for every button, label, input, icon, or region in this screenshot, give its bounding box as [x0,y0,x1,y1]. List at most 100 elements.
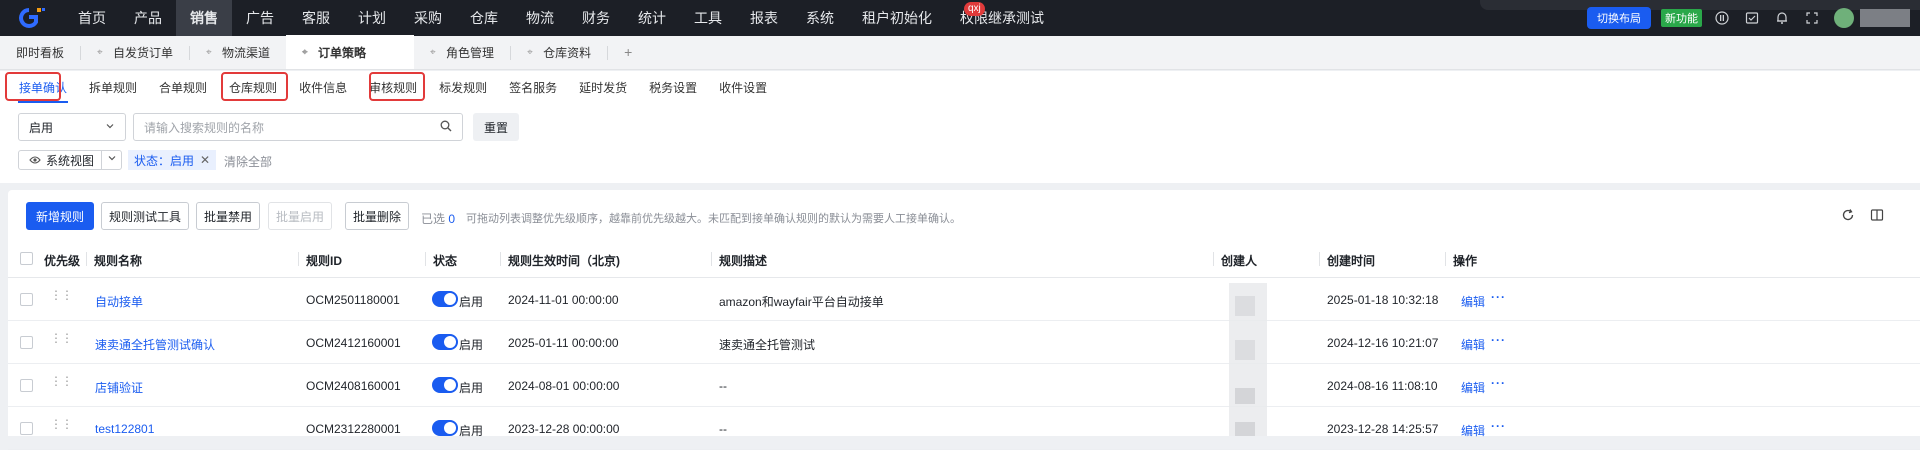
rule-name-link[interactable]: 自动接单 [95,293,143,310]
status-toggle[interactable] [432,420,458,436]
status-toggle[interactable] [432,334,458,350]
nav-item-tools[interactable]: 工具 [680,0,736,36]
subtab-signature-service[interactable]: 签名服务 [498,71,568,103]
clear-all-link[interactable]: 清除全部 [224,153,272,170]
page-tab-logistics-channel[interactable]: ⌖ 物流渠道 [190,35,286,69]
rule-search-input[interactable]: 请输入搜索规则的名称 [133,113,463,141]
nav-item-logistics[interactable]: 物流 [512,0,568,36]
status-select[interactable]: 启用 [18,113,126,141]
add-tab-icon[interactable]: + [608,35,648,69]
batch-enable-button[interactable]: 批量启用 [268,202,332,230]
new-feature-badge[interactable]: 新功能 [1661,9,1702,27]
column-divider [500,252,501,266]
batch-delete-button[interactable]: 批量删除 [345,202,409,230]
subtab-recipient-info[interactable]: 收件信息 [288,71,358,103]
nav-item-ads[interactable]: 广告 [232,0,288,36]
avatar[interactable] [1834,8,1854,28]
table-row: ⋮⋮ 店铺验证 OCM2408160001 启用 2024-08-01 00:0… [8,364,1920,407]
app-logo[interactable] [0,0,64,36]
nav-item-warehouse[interactable]: 仓库 [456,0,512,36]
nav-item-permission-test[interactable]: 权限继承测试 qxj [946,0,1058,36]
rule-name-link[interactable]: test122801 [95,422,154,436]
page-tab-order-strategy[interactable]: ⌖ 订单策略 [286,35,415,69]
rule-id: OCM2501180001 [306,293,400,307]
page-tab-warehouse-info[interactable]: ⌖ 仓库资料 [511,35,607,69]
drag-handle-icon[interactable]: ⋮⋮ [50,332,73,344]
pin-icon[interactable]: ⌖ [302,47,312,58]
nav-item-customer-service[interactable]: 客服 [288,0,344,36]
nav-item-plan[interactable]: 计划 [344,0,400,36]
subtab-warehouse-rules[interactable]: 仓库规则 [218,71,288,103]
edit-link[interactable]: 编辑 [1461,422,1485,439]
subtab-order-confirm[interactable]: 接单确认 [8,71,78,103]
close-icon[interactable]: ✕ [200,153,210,167]
nav-item-products[interactable]: 产品 [120,0,176,36]
view-selector[interactable]: 系统视图 [18,150,122,170]
more-actions-icon[interactable]: ··· [1491,333,1506,347]
nav-item-statistics[interactable]: 统计 [624,0,680,36]
more-actions-icon[interactable]: ··· [1491,376,1506,390]
page-tab-self-ship-orders[interactable]: ⌖ 自发货订单 [81,35,189,69]
new-rule-button[interactable]: 新增规则 [26,202,94,230]
nav-item-sales[interactable]: 销售 [176,0,232,36]
fullscreen-icon[interactable] [1804,10,1820,26]
select-all-checkbox[interactable] [20,252,33,265]
user-name-redacted[interactable] [1860,9,1910,27]
subtab-delayed-shipping[interactable]: 延时发货 [568,71,638,103]
pin-icon[interactable]: ⌖ [430,47,440,58]
subtab-review-rules[interactable]: 审核规则 [358,71,428,103]
status-toggle[interactable] [432,377,458,393]
row-checkbox[interactable] [20,379,33,392]
task-check-icon[interactable] [1744,10,1760,26]
rule-name-link[interactable]: 速卖通全托管测试确认 [95,336,215,353]
switch-layout-button[interactable]: 切换布局 [1587,7,1651,29]
status-label: 启用 [459,338,484,352]
page-tab-dashboard[interactable]: 即时看板 [0,35,80,69]
subtab-merge-rules[interactable]: 合单规则 [148,71,218,103]
more-actions-icon[interactable]: ··· [1491,290,1506,304]
rule-test-tool-button[interactable]: 规则测试工具 [101,202,189,230]
page-tab-label: 仓库资料 [543,45,592,60]
pause-icon[interactable] [1714,10,1730,26]
nav-item-tenant-init[interactable]: 租户初始化 [848,0,946,36]
drag-handle-icon[interactable]: ⋮⋮ [50,375,73,387]
subtab-recipient-settings[interactable]: 收件设置 [708,71,778,103]
reset-button[interactable]: 重置 [473,113,519,141]
drag-handle-icon[interactable]: ⋮⋮ [50,418,73,430]
page-tab-role-management[interactable]: ⌖ 角色管理 [414,35,510,69]
rule-name-link[interactable]: 店铺验证 [95,379,143,396]
edit-link[interactable]: 编辑 [1461,293,1485,310]
more-actions-icon[interactable]: ··· [1491,419,1506,433]
edit-link[interactable]: 编辑 [1461,336,1485,353]
column-divider [711,252,712,266]
column-header-rule-name: 规则名称 [94,254,143,268]
nav-item-system[interactable]: 系统 [792,0,848,36]
creator-redacted [1235,340,1255,360]
nav-item-home[interactable]: 首页 [64,0,120,36]
pin-icon[interactable]: ⌖ [206,47,216,58]
edit-link[interactable]: 编辑 [1461,379,1485,396]
effective-time: 2025-01-11 00:00:00 [508,336,619,350]
notification-bell-icon[interactable] [1774,10,1790,26]
nav-item-finance[interactable]: 财务 [568,0,624,36]
column-settings-icon[interactable] [1870,208,1886,224]
chevron-down-icon[interactable] [107,153,117,166]
drag-handle-icon[interactable]: ⋮⋮ [50,289,73,301]
row-checkbox[interactable] [20,336,33,349]
status-toggle[interactable] [432,291,458,307]
subtab-split-rules[interactable]: 拆单规则 [78,71,148,103]
pin-icon[interactable]: ⌖ [97,47,107,58]
batch-disable-button[interactable]: 批量禁用 [196,202,260,230]
search-icon[interactable] [440,120,452,135]
nav-item-purchase[interactable]: 采购 [400,0,456,36]
created-time: 2023-12-28 14:25:57 [1327,422,1439,436]
nav-item-reports[interactable]: 报表 [736,0,792,36]
row-checkbox[interactable] [20,293,33,306]
subtab-mark-ship-rules[interactable]: 标发规则 [428,71,498,103]
pin-icon[interactable]: ⌖ [527,47,537,58]
filter-area: 启用 请输入搜索规则的名称 重置 系统视图 状态：启用 ✕ 清除全部 [0,103,1920,183]
rule-id: OCM2408160001 [306,379,401,393]
row-checkbox[interactable] [20,422,33,435]
refresh-icon[interactable] [1841,208,1857,224]
subtab-tax-settings[interactable]: 税务设置 [638,71,708,103]
